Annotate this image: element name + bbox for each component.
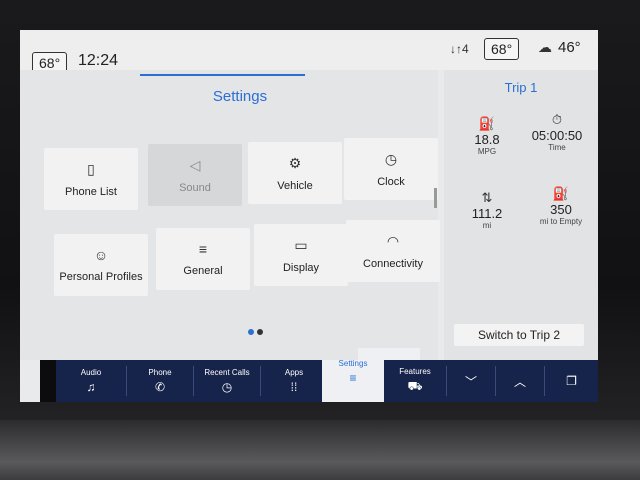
trip-stat-mpg: ⛽ 18.8 MPG	[452, 116, 522, 156]
tile-label: Connectivity	[363, 257, 423, 270]
stat-unit: Time	[548, 143, 566, 152]
page-dot-active[interactable]	[248, 329, 254, 335]
nav-windows[interactable]: ❐	[545, 360, 598, 402]
nav-scroll-up[interactable]: ︿	[496, 360, 544, 402]
nav-audio[interactable]: Audio ♫	[56, 360, 126, 402]
chevron-down-icon: ﹀	[464, 374, 477, 389]
nav-label: Recent Calls	[204, 368, 250, 377]
nav-label: Apps	[284, 368, 304, 377]
stat-value: 18.8	[474, 132, 500, 147]
display-icon: ▭	[294, 236, 308, 253]
nav-label: Settings	[338, 359, 368, 368]
copy-windows-icon: ❐	[566, 374, 577, 388]
page-indicator	[248, 322, 266, 340]
tile-label: General	[183, 265, 223, 277]
sliders-icon: ≡	[198, 241, 208, 257]
recent-calls-icon: ◷	[221, 380, 233, 394]
nav-recent-calls[interactable]: Recent Calls ◷	[194, 360, 260, 402]
stopwatch-icon: ⏱	[551, 112, 563, 127]
stat-unit: MPG	[477, 147, 497, 156]
title-underline	[140, 74, 305, 76]
tile-personal-profiles[interactable]: ☺ Personal Profiles	[54, 234, 148, 296]
nav-apps[interactable]: Apps ⁞⁞	[261, 360, 327, 402]
page-title: Settings	[212, 88, 268, 105]
distance-icon: ⇅	[481, 190, 493, 205]
stat-unit: mi to Empty	[539, 217, 583, 226]
music-note-icon: ♫	[86, 380, 96, 394]
nav-label: Phone	[148, 368, 172, 377]
status-bar: 68° 12:24 ↓↑4 68° ☁ 46°	[20, 30, 598, 74]
profiles-icon: ☺	[93, 247, 109, 263]
clock-icon: ◷	[384, 150, 398, 167]
nav-phone[interactable]: Phone ✆	[127, 360, 193, 402]
chevron-up-icon: ︿	[513, 374, 526, 389]
phone-list-icon: ▯	[87, 160, 95, 177]
trip-stat-range: ⛽ 350 mi to Empty	[526, 186, 596, 226]
signal-icon: ↓↑4	[450, 42, 469, 56]
stat-value: 05:00:50	[531, 128, 583, 143]
tile-label: Phone List	[65, 185, 117, 198]
outside-temperature: 46°	[558, 39, 581, 56]
fuel-efficiency-icon: ⛽	[478, 116, 496, 131]
nav-label: Features	[399, 367, 431, 376]
wifi-icon: ◠	[386, 232, 400, 249]
nav-label: Audio	[80, 368, 102, 377]
nav-settings[interactable]: Settings ≡	[322, 359, 384, 402]
truck-icon: ⛟	[407, 379, 423, 393]
page-dot[interactable]	[257, 329, 263, 335]
trip-title: Trip 1	[504, 80, 538, 95]
switch-trip-button[interactable]: Switch to Trip 2	[454, 324, 584, 346]
infotainment-screen: 68° 12:24 ↓↑4 68° ☁ 46° Settings ▯ Phone…	[20, 30, 598, 402]
trip-panel: Trip 1 ⛽ 18.8 MPG ⏱ 05:00:50 Time ⇅ 111.…	[444, 70, 598, 360]
settings-panel: Settings ▯ Phone List ◁ Sound ⚙ Vehicle …	[20, 70, 440, 360]
settings-sliders-icon: ≡	[349, 371, 357, 385]
tile-label: Clock	[377, 175, 405, 188]
nav-features[interactable]: Features ⛟	[384, 360, 446, 402]
scrollbar[interactable]	[434, 188, 437, 208]
trip-stat-time: ⏱ 05:00:50 Time	[522, 112, 592, 152]
cloud-sun-icon: ☁	[538, 39, 552, 55]
stat-value: 111.2	[471, 206, 503, 221]
tile-vehicle[interactable]: ⚙ Vehicle	[248, 142, 342, 204]
tile-display[interactable]: ▭ Display	[254, 224, 348, 286]
tile-phone-list[interactable]: ▯ Phone List	[44, 148, 138, 210]
tile-label: Vehicle	[277, 179, 313, 192]
apps-grid-icon: ⁞⁞	[290, 380, 298, 394]
tile-label: Display	[282, 261, 320, 274]
tile-clock[interactable]: ◷ Clock	[344, 138, 438, 200]
stat-unit: mi	[482, 221, 492, 230]
speaker-icon: ◁	[189, 156, 201, 173]
bottom-nav: Audio ♫ Phone ✆ Recent Calls ◷ Apps ⁞⁞ S…	[56, 348, 598, 402]
vehicle-icon: ⚙	[288, 154, 302, 171]
nav-scroll-down[interactable]: ﹀	[447, 360, 495, 402]
tile-sound[interactable]: ◁ Sound	[148, 144, 242, 206]
tile-general[interactable]: ≡ General	[156, 228, 250, 290]
stat-value: 350	[550, 202, 572, 217]
nav-edge	[40, 360, 56, 402]
tile-label: Personal Profiles	[59, 271, 143, 283]
passenger-temp-button[interactable]: 68°	[484, 38, 520, 60]
tile-connectivity[interactable]: ◠ Connectivity	[346, 220, 440, 282]
trip-stat-distance: ⇅ 111.2 mi	[452, 190, 522, 230]
fuel-pump-icon: ⛽	[552, 186, 570, 201]
dashboard-trim	[0, 420, 640, 480]
clock-display: 12:24	[78, 52, 119, 69]
phone-icon: ✆	[154, 380, 166, 394]
tile-label: Sound	[179, 181, 211, 194]
